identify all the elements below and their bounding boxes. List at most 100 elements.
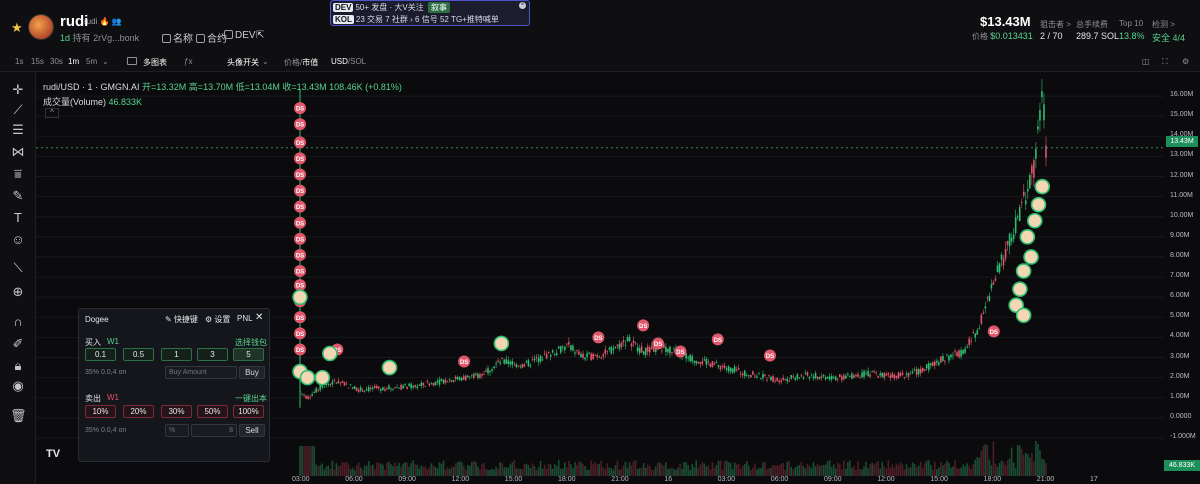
close-panel-icon[interactable]: ✕ bbox=[255, 312, 263, 323]
favorite-star-icon[interactable]: ★ bbox=[11, 20, 23, 36]
sell-initial-link[interactable]: 一键出本 bbox=[235, 393, 267, 404]
candle-body bbox=[958, 350, 960, 358]
trendline-icon[interactable]: ⟋ bbox=[10, 102, 26, 118]
price-axis[interactable]: 16.00M 15.00M 14.00M 13.00M 12.00M 11.00M 10.0… bbox=[1164, 72, 1200, 484]
interval-5m[interactable]: 5m bbox=[86, 57, 97, 66]
search-name-link[interactable]: 名称 bbox=[162, 30, 193, 45]
ds-marker-label: DS bbox=[714, 338, 722, 344]
volume-bar bbox=[440, 463, 443, 476]
sell-pct-10[interactable]: 10% bbox=[85, 405, 116, 418]
volume-bar bbox=[899, 462, 902, 476]
avatar-toggle-chevron-icon[interactable]: ⌄ bbox=[262, 57, 269, 66]
volume-bar bbox=[901, 464, 904, 476]
buy-amount-5[interactable]: 5 bbox=[233, 348, 264, 361]
sell-pct-50[interactable]: 50% bbox=[197, 405, 228, 418]
buy-button[interactable]: Buy bbox=[239, 366, 265, 379]
interval-1s[interactable]: 1s bbox=[15, 57, 23, 66]
interval-1m[interactable]: 1m bbox=[68, 57, 79, 66]
search-dev-link[interactable]: DEV bbox=[224, 30, 256, 41]
eye-icon[interactable]: ◉ bbox=[10, 378, 26, 394]
ds-marker-label: DS bbox=[296, 332, 304, 338]
indicator-icon[interactable]: ƒx bbox=[184, 57, 192, 66]
fib-icon[interactable]: ⩸ bbox=[10, 166, 26, 182]
collapse-legend-icon[interactable]: ^ bbox=[45, 108, 59, 118]
volume-bar bbox=[816, 464, 819, 476]
price-tick-label: 16.00M bbox=[1170, 91, 1194, 99]
candle-body bbox=[915, 369, 918, 375]
trash-icon[interactable]: 🗑︎ bbox=[10, 408, 27, 424]
interval-dropdown-icon[interactable]: ⌄ bbox=[102, 57, 109, 66]
candle-body bbox=[940, 356, 942, 363]
snipers-label[interactable]: 狙击者 > bbox=[1040, 19, 1071, 30]
sell-label: 卖出 bbox=[85, 394, 101, 403]
buy-amount-0-5[interactable]: 0.5 bbox=[123, 348, 154, 361]
emoji-icon[interactable]: ☺ bbox=[10, 232, 26, 248]
horizontal-lines-icon[interactable]: ☰ bbox=[10, 122, 26, 138]
tradingview-logo[interactable]: TV bbox=[46, 448, 60, 460]
zoom-icon[interactable]: ⊕ bbox=[10, 284, 26, 300]
volume-bar bbox=[822, 465, 825, 476]
currency-toggle[interactable]: USD/SOL bbox=[331, 57, 366, 66]
text-tool-icon[interactable]: T bbox=[10, 210, 26, 226]
camera-icon[interactable]: ◫ bbox=[1142, 57, 1150, 66]
candle-body bbox=[1004, 248, 1007, 259]
candle-body bbox=[606, 350, 609, 352]
brush-icon[interactable]: ✎ bbox=[10, 188, 26, 204]
volume-bar bbox=[553, 464, 556, 476]
sell-amount-input[interactable]: 8 bbox=[191, 424, 237, 437]
volume-bar bbox=[927, 460, 930, 476]
token-address[interactable]: 2rVg...bonk bbox=[93, 33, 139, 43]
audit-label[interactable]: 检测 > bbox=[1152, 19, 1175, 30]
interval-15s[interactable]: 15s bbox=[31, 57, 44, 66]
lock-icon[interactable]: 🔒︎ bbox=[10, 358, 26, 374]
time-tick-label: 06:00 bbox=[345, 476, 363, 483]
candle-body bbox=[758, 372, 760, 374]
crosshair-icon[interactable]: ✛ bbox=[10, 82, 26, 98]
volume-bar bbox=[634, 460, 637, 476]
panel-settings-button[interactable]: ⚙ 设置 bbox=[205, 314, 230, 325]
candle-body bbox=[507, 360, 510, 365]
settings-gear-icon[interactable]: ⚙ bbox=[1182, 57, 1189, 66]
sell-button[interactable]: Sell bbox=[239, 424, 265, 437]
search-contract-link[interactable]: 合约 bbox=[196, 30, 227, 45]
buy-amount-input[interactable]: Buy Amount bbox=[165, 366, 237, 379]
share-icon[interactable]: ⇱ bbox=[256, 30, 264, 41]
volume-bar bbox=[964, 466, 966, 476]
candle-body bbox=[923, 369, 926, 371]
multi-chart-button[interactable]: 多图表 bbox=[143, 57, 167, 68]
buy-wallet[interactable]: W1 bbox=[107, 337, 119, 346]
avatar-toggle-button[interactable]: 头像开关 bbox=[227, 57, 259, 68]
candle-body bbox=[430, 382, 433, 384]
volume-bar bbox=[725, 460, 728, 476]
price-mcap-toggle[interactable]: 价格/市值 bbox=[284, 57, 318, 68]
pencil-lock-icon[interactable]: ✐ bbox=[10, 336, 26, 352]
close-icon[interactable]: × bbox=[519, 2, 526, 9]
select-wallet-link[interactable]: 选择钱包 bbox=[235, 337, 267, 348]
interval-30s[interactable]: 30s bbox=[50, 57, 63, 66]
volume-bar bbox=[897, 465, 900, 476]
token-subtitle: rudi 🔥 👥 bbox=[84, 17, 122, 26]
candle-body bbox=[509, 361, 512, 365]
candle-body bbox=[667, 348, 669, 353]
sell-pct-100[interactable]: 100% bbox=[233, 405, 264, 418]
fullscreen-icon[interactable]: ⛶ bbox=[1162, 57, 1168, 67]
candle-body bbox=[386, 388, 388, 390]
volume-bar bbox=[669, 468, 671, 476]
pitchfork-icon[interactable]: ⋈ bbox=[10, 144, 26, 160]
volume-bar bbox=[568, 460, 570, 476]
volume-bar bbox=[497, 468, 499, 476]
sell-pct-30[interactable]: 30% bbox=[161, 405, 192, 418]
buy-amount-1[interactable]: 1 bbox=[161, 348, 192, 361]
sell-pct-input[interactable]: % bbox=[165, 424, 189, 437]
sell-wallet[interactable]: W1 bbox=[107, 393, 119, 402]
candle-body bbox=[351, 387, 354, 389]
candle-body bbox=[416, 386, 419, 388]
shortcut-button[interactable]: ✎ 快捷键 bbox=[165, 314, 198, 325]
sell-pct-20[interactable]: 20% bbox=[123, 405, 154, 418]
buy-amount-3[interactable]: 3 bbox=[197, 348, 228, 361]
pnl-button[interactable]: PNL bbox=[237, 314, 253, 323]
magnet-icon[interactable]: ∩ bbox=[10, 314, 26, 330]
candle-body bbox=[1014, 217, 1017, 233]
ruler-icon[interactable]: ⟍ bbox=[10, 260, 26, 276]
buy-amount-0-1[interactable]: 0.1 bbox=[85, 348, 116, 361]
